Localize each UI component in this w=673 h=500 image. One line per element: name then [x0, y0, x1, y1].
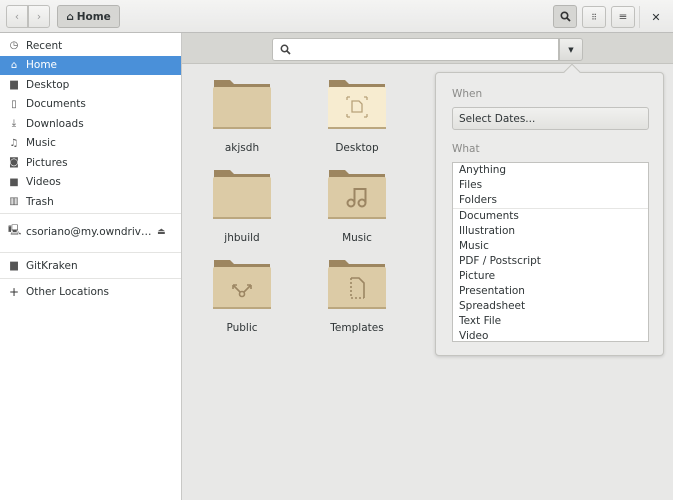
home-icon: ⌂: [66, 10, 74, 23]
popover-arrow: [563, 63, 581, 81]
folder-icon: [328, 170, 386, 219]
sidebar-item-label: GitKraken: [26, 259, 78, 272]
select-dates-button[interactable]: Select Dates...: [452, 107, 649, 130]
folder-name: Music: [342, 232, 372, 244]
sidebar-item-label: Other Locations: [26, 285, 110, 298]
sidebar-item-label: Pictures: [26, 156, 68, 169]
search-input[interactable]: [272, 38, 559, 61]
grid-icon: ⠿: [591, 12, 597, 22]
sidebar-separator: [0, 278, 181, 279]
what-option[interactable]: Music: [453, 239, 648, 254]
search-bar: ▼: [182, 33, 673, 64]
sidebar: 🖳 csoriano@my.owndriv… ⏏ ▆ GitKraken + Other…: [0, 33, 182, 500]
music-icon: ♫: [9, 137, 19, 149]
path-label: Home: [76, 10, 111, 23]
search-filter-dropdown-button[interactable]: ▼: [559, 38, 583, 61]
folder-icon: [328, 260, 386, 309]
close-icon: ✕: [651, 10, 661, 24]
camera-icon: ◙: [9, 157, 19, 168]
sidebar-item-label: Recent: [26, 39, 63, 52]
chevron-right-icon: ›: [36, 10, 42, 23]
sidebar-item-label: Music: [26, 137, 56, 149]
sidebar-item-label: csoriano@my.owndriv…: [26, 225, 152, 238]
chevron-down-icon: ▼: [568, 45, 574, 54]
folder-name: Templates: [330, 322, 384, 334]
sidebar-item-label: Downloads: [26, 117, 84, 130]
hamburger-icon: ≡: [618, 11, 628, 23]
what-option[interactable]: Anything: [453, 163, 648, 178]
sidebar-item-gitkraken[interactable]: ▆ GitKraken: [0, 256, 181, 275]
folder-name: Desktop: [335, 142, 379, 154]
sidebar-item-videos[interactable]: ■ Videos: [0, 173, 181, 192]
folder-icon: [328, 80, 386, 129]
sidebar-item-documents[interactable]: ▯ Documents: [0, 95, 181, 114]
select-dates-label: Select Dates...: [459, 112, 536, 125]
what-option[interactable]: PDF / Postscript: [453, 254, 648, 269]
folder-icon: ▆: [10, 260, 18, 271]
sidebar-item-label: Videos: [26, 176, 61, 188]
what-option[interactable]: Files: [453, 178, 648, 193]
document-icon: ▯: [11, 98, 17, 110]
eject-icon[interactable]: ⏏: [157, 227, 166, 237]
clock-icon: ◷: [9, 40, 19, 51]
header-bar: ‹ › ⌂ Home ⠿ ≡ ✕: [0, 0, 673, 33]
what-option[interactable]: Documents: [453, 209, 648, 224]
what-option[interactable]: Video: [453, 329, 648, 341]
sidebar-item-desktop[interactable]: ▆ Desktop: [0, 75, 181, 94]
video-icon: ■: [9, 176, 19, 188]
sidebar-item-pictures[interactable]: ◙ Pictures: [0, 153, 181, 172]
what-option[interactable]: Spreadsheet: [453, 299, 648, 314]
sidebar-item-home[interactable]: ⌂ Home: [0, 55, 181, 75]
menu-button[interactable]: ≡: [611, 6, 635, 28]
sidebar-item-label: Trash: [26, 195, 54, 208]
search-icon: [559, 11, 571, 22]
sidebar-item-trash[interactable]: ▥ Trash: [0, 192, 181, 211]
sidebar-separator: [0, 213, 181, 214]
search-filter-popover: When Select Dates... What Anything Files F…: [435, 63, 664, 356]
folder-icon: [213, 260, 271, 309]
trash-icon: ▥: [9, 196, 19, 207]
close-button[interactable]: ✕: [645, 6, 667, 28]
back-button[interactable]: ‹: [6, 5, 28, 28]
folder-icon: [213, 170, 271, 219]
sidebar-item-network-drive[interactable]: 🖳 csoriano@my.owndriv… ⏏: [0, 222, 181, 241]
sidebar-item-music[interactable]: ♫ Music: [0, 134, 181, 153]
sidebar-item-label: Desktop: [26, 78, 70, 91]
what-option[interactable]: Presentation: [453, 284, 648, 299]
folder-name: Public: [226, 322, 258, 334]
search-icon: [280, 44, 291, 55]
what-label: What: [452, 143, 480, 155]
chevron-left-icon: ‹: [14, 10, 20, 23]
folder-icon: [213, 80, 271, 129]
folder-name: akjsdh: [224, 142, 260, 154]
what-option[interactable]: Text File: [453, 314, 648, 329]
when-label: When: [452, 88, 483, 100]
sidebar-item-other-locations[interactable]: + Other Locations: [0, 282, 181, 301]
view-toggle-button[interactable]: ⠿: [582, 6, 606, 28]
path-home-button[interactable]: ⌂ Home: [57, 5, 120, 28]
plus-icon: +: [8, 284, 20, 299]
network-drive-icon: 🖳: [8, 225, 22, 236]
home-icon: ⌂: [10, 59, 18, 71]
sidebar-separator: [0, 252, 181, 253]
what-option[interactable]: Illustration: [453, 224, 648, 239]
sidebar-item-downloads[interactable]: ⤓ Downloads: [0, 114, 181, 133]
search-button[interactable]: [553, 5, 577, 28]
download-icon: ⤓: [11, 118, 17, 129]
folder-icon: ▆: [10, 79, 18, 90]
what-option[interactable]: Folders: [453, 193, 648, 208]
sidebar-item-label: Home: [26, 59, 58, 71]
what-option[interactable]: Picture: [453, 269, 648, 284]
header-divider: [639, 6, 640, 28]
folder-name: jhbuild: [224, 232, 260, 244]
what-list[interactable]: Anything Files Folders Documents Illustratio…: [452, 162, 649, 342]
sidebar-item-label: Documents: [26, 98, 86, 110]
forward-button[interactable]: ›: [28, 5, 50, 28]
sidebar-item-recent[interactable]: ◷ Recent: [0, 36, 181, 55]
